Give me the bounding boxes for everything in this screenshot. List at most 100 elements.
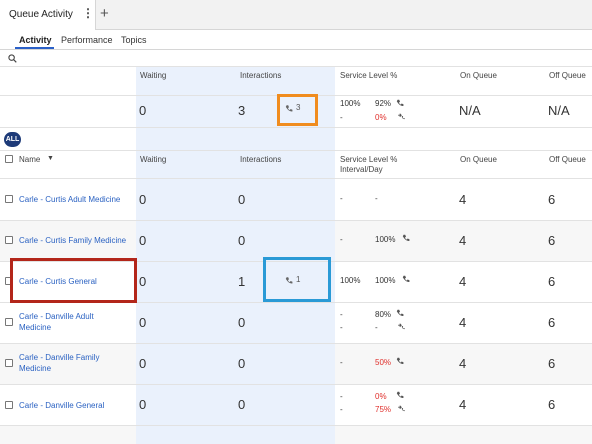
row-off-queue: 6 <box>548 397 556 412</box>
tab-title: Queue Activity <box>9 9 73 20</box>
summary-waiting: 0 <box>139 103 147 118</box>
column-header-service-level[interactable]: Service Level % <box>340 155 397 164</box>
search-icon[interactable] <box>8 54 17 63</box>
row-sl-interval-2: - <box>340 405 343 414</box>
search-bar[interactable] <box>0 50 592 67</box>
row-sl-interval: - <box>340 392 343 401</box>
add-tab-button[interactable]: + <box>100 5 109 23</box>
summary-sl-day: 92% <box>375 99 392 108</box>
column-header-name[interactable]: Name <box>19 155 40 164</box>
summary-sl-day-callback: 0% <box>375 113 387 122</box>
callback-icon <box>398 405 405 412</box>
row-waiting: 0 <box>139 233 147 248</box>
tab-bar: Queue Activity ⋮ + <box>0 0 592 30</box>
queue-name-link[interactable]: Carle - Curtis Family Medicine <box>19 235 126 246</box>
row-on-queue: 4 <box>459 315 467 330</box>
phone-icon <box>402 234 410 241</box>
row-sl-day-2: - <box>375 323 378 332</box>
row-off-queue: 6 <box>548 233 556 248</box>
highlight-box-orange <box>277 94 318 126</box>
summary-off-queue: N/A <box>548 103 570 118</box>
callback-icon <box>398 323 405 330</box>
tab-activity[interactable]: Activity <box>19 35 52 45</box>
summary-sl-interval-dash: - <box>340 113 343 122</box>
phone-icon <box>396 357 404 364</box>
row-interactions: 1 <box>238 274 246 289</box>
phone-icon <box>402 275 410 282</box>
all-filter-badge[interactable]: ALL <box>4 132 21 147</box>
queue-activity-view: Queue Activity ⋮ + Activity Performance … <box>0 0 592 444</box>
column-header-off-queue[interactable]: Off Queue <box>549 155 586 164</box>
highlight-box-red <box>10 258 137 303</box>
row-sl-day: 50% <box>375 358 392 367</box>
summary-header-interactions: Interactions <box>240 71 282 80</box>
summary-header-off-queue: Off Queue <box>549 71 586 80</box>
row-column-highlight <box>136 221 335 261</box>
row-sl-day: - <box>375 194 378 203</box>
phone-icon <box>396 391 404 398</box>
tab-performance[interactable]: Performance <box>61 35 113 45</box>
row-interactions: 0 <box>238 397 246 412</box>
row-waiting: 0 <box>139 274 147 289</box>
row-sl-interval: - <box>340 358 343 367</box>
queue-name-link-line2[interactable]: Medicine <box>19 363 51 374</box>
sub-tab-bar: Activity Performance Topics <box>0 30 592 50</box>
row-checkbox[interactable] <box>5 195 13 203</box>
select-all-checkbox[interactable] <box>5 155 13 163</box>
divider <box>0 384 592 385</box>
queue-name-link[interactable]: Carle - Danville General <box>19 400 104 411</box>
row-sl-day: 100% <box>375 276 396 285</box>
row-sl-interval: - <box>340 194 343 203</box>
row-sl-interval-2: - <box>340 323 343 332</box>
row-waiting: 0 <box>139 192 147 207</box>
row-on-queue: 4 <box>459 192 467 207</box>
queue-name-link-line2[interactable]: Medicine <box>19 322 51 333</box>
row-sl-day: 100% <box>375 235 396 244</box>
divider <box>0 127 592 128</box>
summary-interactions: 3 <box>238 103 246 118</box>
row-checkbox[interactable] <box>5 359 13 367</box>
active-tab-indicator <box>15 47 54 49</box>
column-header-service-level-sub: Interval/Day <box>340 165 383 174</box>
row-checkbox[interactable] <box>5 401 13 409</box>
row-interactions: 0 <box>238 315 246 330</box>
row-waiting: 0 <box>139 397 147 412</box>
row-on-queue: 4 <box>459 233 467 248</box>
summary-on-queue: N/A <box>459 103 481 118</box>
callback-icon <box>398 113 405 120</box>
queue-name-link[interactable]: Carle - Curtis Adult Medicine <box>19 194 120 205</box>
row-sl-interval: - <box>340 310 343 319</box>
column-header-waiting[interactable]: Waiting <box>140 155 166 164</box>
highlight-box-blue <box>263 257 331 302</box>
row-interactions: 0 <box>238 233 246 248</box>
tab-queue-activity[interactable]: Queue Activity ⋮ <box>0 0 96 30</box>
tab-menu-icon[interactable]: ⋮ <box>82 7 94 19</box>
row-checkbox[interactable] <box>5 236 13 244</box>
row-waiting: 0 <box>139 315 147 330</box>
row-column-highlight <box>136 344 335 384</box>
row-waiting: 0 <box>139 356 147 371</box>
row-off-queue: 6 <box>548 315 556 330</box>
sort-desc-icon[interactable]: ▼ <box>47 155 54 162</box>
row-column-highlight <box>136 426 335 444</box>
column-header-on-queue[interactable]: On Queue <box>460 155 497 164</box>
row-interactions: 0 <box>238 356 246 371</box>
row-sl-day: 0% <box>375 392 387 401</box>
summary-header-on-queue: On Queue <box>460 71 497 80</box>
phone-icon <box>396 309 404 316</box>
row-checkbox[interactable] <box>5 318 13 326</box>
row-sl-interval: 100% <box>340 276 361 285</box>
divider <box>0 150 592 151</box>
summary-header-service-level: Service Level % <box>340 71 398 80</box>
row-sl-interval: - <box>340 235 343 244</box>
tab-topics[interactable]: Topics <box>121 35 147 45</box>
column-header-interactions[interactable]: Interactions <box>240 155 281 164</box>
phone-icon <box>396 99 404 106</box>
row-on-queue: 4 <box>459 397 467 412</box>
queue-name-link-line1[interactable]: Carle - Danville Family <box>19 352 99 363</box>
row-off-queue: 6 <box>548 356 556 371</box>
row-interactions: 0 <box>238 192 246 207</box>
summary-header-waiting: Waiting <box>140 71 167 80</box>
queue-name-link-line1[interactable]: Carle - Danville Adult <box>19 311 94 322</box>
row-sl-day-2: 75% <box>375 405 392 414</box>
